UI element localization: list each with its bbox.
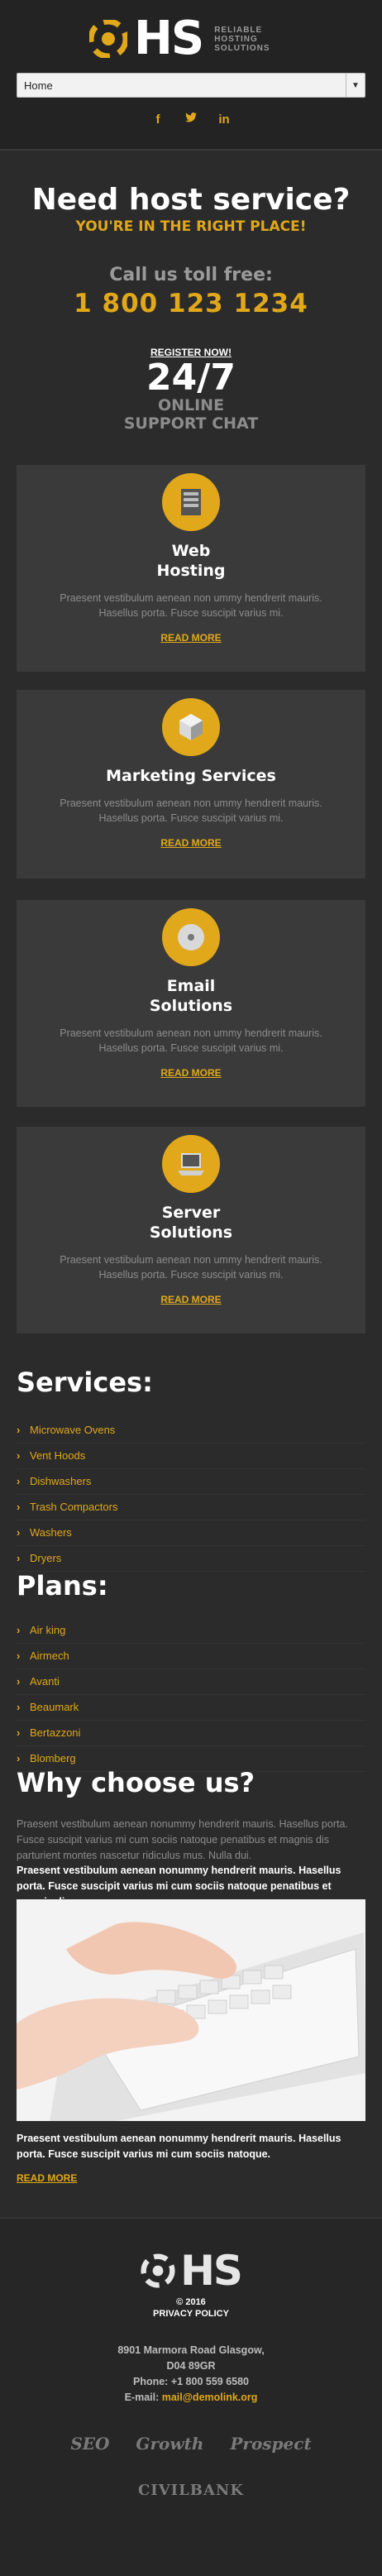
privacy-link[interactable]: PRIVACY POLICY <box>0 2308 382 2320</box>
footer-logo-text: HS <box>180 2247 243 2295</box>
hero-subtitle: YOU'RE IN THE RIGHT PLACE! <box>75 218 307 235</box>
card-title: Server Solutions <box>17 1203 365 1243</box>
read-more-link[interactable]: READ MORE <box>160 837 221 849</box>
partner-logos: SEO Growth Prospect <box>0 2434 382 2454</box>
list-item[interactable]: Vent Hoods <box>17 1444 365 1469</box>
read-more-link[interactable]: READ MORE <box>160 1294 221 1305</box>
copyright-text: © 2016 <box>176 2297 206 2307</box>
card-title-line: Hosting <box>156 562 226 580</box>
service-card: Web Hosting Praesent vestibulum aenean n… <box>17 465 365 672</box>
hero-title: Need host service? <box>31 183 351 217</box>
card-title-line: Email <box>166 977 216 995</box>
list-item[interactable]: Microwave Ovens <box>17 1418 365 1444</box>
linkedin-icon[interactable]: in <box>218 113 230 127</box>
footer-copyright: © 2016 PRIVACY POLICY <box>0 2296 382 2320</box>
why-read-more-link[interactable]: READ MORE <box>17 2172 77 2184</box>
cube-icon <box>162 698 220 756</box>
card-title: Web Hosting <box>17 541 365 581</box>
facebook-icon[interactable]: f <box>152 113 164 127</box>
card-title-line: Server <box>161 1204 221 1222</box>
support-line-1: ONLINE <box>157 396 225 414</box>
card-text: Praesent vestibulum aenean non ummy hend… <box>60 592 322 619</box>
keyboard-photo <box>17 1899 365 2121</box>
logo-tagline: RELIABLE HOSTING SOLUTIONS <box>214 26 270 53</box>
card-text: Praesent vestibulum aenean non ummy hend… <box>60 797 322 824</box>
tagline-line: SOLUTIONS <box>214 43 270 53</box>
footer-address: 8901 Marmora Road Glasgow, D04 89GR Phon… <box>0 2343 382 2406</box>
logo-text: HS <box>134 12 204 65</box>
footer-email-row: E-mail: mail@demolink.org <box>0 2390 382 2406</box>
logo-swirl-icon <box>89 20 127 58</box>
card-title-line: Marketing Services <box>106 767 276 785</box>
services-list: Microwave Ovens Vent Hoods Dishwashers T… <box>17 1418 365 1572</box>
logo-swirl-icon <box>141 2253 175 2288</box>
why-paragraph-2: Praesent vestibulum aenean nonummy hendr… <box>17 2133 341 2160</box>
list-item[interactable]: Beaumark <box>17 1695 365 1721</box>
partner-logo-civilbank[interactable]: CIVILBANK <box>0 2482 382 2499</box>
card-text: Praesent vestibulum aenean non ummy hend… <box>60 1027 322 1054</box>
card-title-line: Solutions <box>149 1223 233 1242</box>
address-line: 8901 Marmora Road Glasgow, <box>117 2344 265 2356</box>
hero: Need host service? YOU'RE IN THE RIGHT P… <box>0 151 382 433</box>
footer-phone: Phone: +1 800 559 6580 <box>132 2376 250 2387</box>
list-item[interactable]: Washers <box>17 1520 365 1546</box>
partner-logo[interactable]: SEO <box>70 2434 109 2454</box>
footer: HS © 2016 PRIVACY POLICY 8901 Marmora Ro… <box>0 2217 382 2576</box>
tagline-line: RELIABLE <box>214 25 263 35</box>
email-link[interactable]: mail@demolink.org <box>162 2392 258 2403</box>
call-label: Call us toll free: <box>109 265 273 285</box>
partner-logo[interactable]: Growth <box>136 2434 203 2454</box>
card-title: Marketing Services <box>17 766 365 786</box>
partner-logo[interactable]: Prospect <box>230 2434 311 2454</box>
header: HS RELIABLE HOSTING SOLUTIONS Home ▼ f i… <box>0 0 382 151</box>
card-title-line: Web <box>171 542 211 560</box>
nav-select[interactable]: Home ▼ <box>17 73 365 98</box>
nav-selected-value: Home <box>24 79 53 92</box>
social-links: f in <box>0 113 382 127</box>
phone-number[interactable]: 1 800 123 1234 <box>0 289 382 318</box>
list-item[interactable]: Bertazzoni <box>17 1721 365 1746</box>
plans-heading: Plans: <box>17 1570 108 1602</box>
card-title-line: Solutions <box>149 997 233 1015</box>
disc-icon <box>162 908 220 966</box>
address-line: D04 89GR <box>166 2360 216 2372</box>
twitter-icon[interactable] <box>185 113 197 127</box>
laptop-icon <box>162 1135 220 1193</box>
chevron-down-icon[interactable]: ▼ <box>346 74 365 97</box>
list-item[interactable]: Air king <box>17 1618 365 1644</box>
services-heading: Services: <box>17 1367 153 1398</box>
list-item[interactable]: Avanti <box>17 1669 365 1695</box>
plans-list: Air king Airmech Avanti Beaumark Bertazz… <box>17 1618 365 1772</box>
list-item[interactable]: Dryers <box>17 1546 365 1572</box>
list-item[interactable]: Dishwashers <box>17 1469 365 1495</box>
service-card: Email Solutions Praesent vestibulum aene… <box>17 900 365 1107</box>
list-item[interactable]: Trash Compactors <box>17 1495 365 1520</box>
card-title: Email Solutions <box>17 976 365 1016</box>
tagline-line: HOSTING <box>214 34 258 44</box>
read-more-link[interactable]: READ MORE <box>160 1067 221 1079</box>
why-heading: Why choose us? <box>17 1767 255 1798</box>
email-label: E-mail: <box>124 2392 162 2403</box>
service-card: Marketing Services Praesent vestibulum a… <box>17 690 365 879</box>
why-paragraph: Praesent vestibulum aenean nonummy hendr… <box>17 1818 348 1861</box>
list-item[interactable]: Airmech <box>17 1644 365 1669</box>
support-line-2: SUPPORT CHAT <box>123 414 259 433</box>
support-hours: 24/7 <box>146 357 236 399</box>
read-more-link[interactable]: READ MORE <box>160 632 221 644</box>
card-text: Praesent vestibulum aenean non ummy hend… <box>60 1254 322 1281</box>
server-rack-icon <box>162 473 220 531</box>
logo[interactable]: HS RELIABLE HOSTING SOLUTIONS <box>89 15 296 63</box>
service-card: Server Solutions Praesent vestibulum aen… <box>17 1127 365 1333</box>
footer-logo[interactable]: HS <box>137 2248 245 2293</box>
